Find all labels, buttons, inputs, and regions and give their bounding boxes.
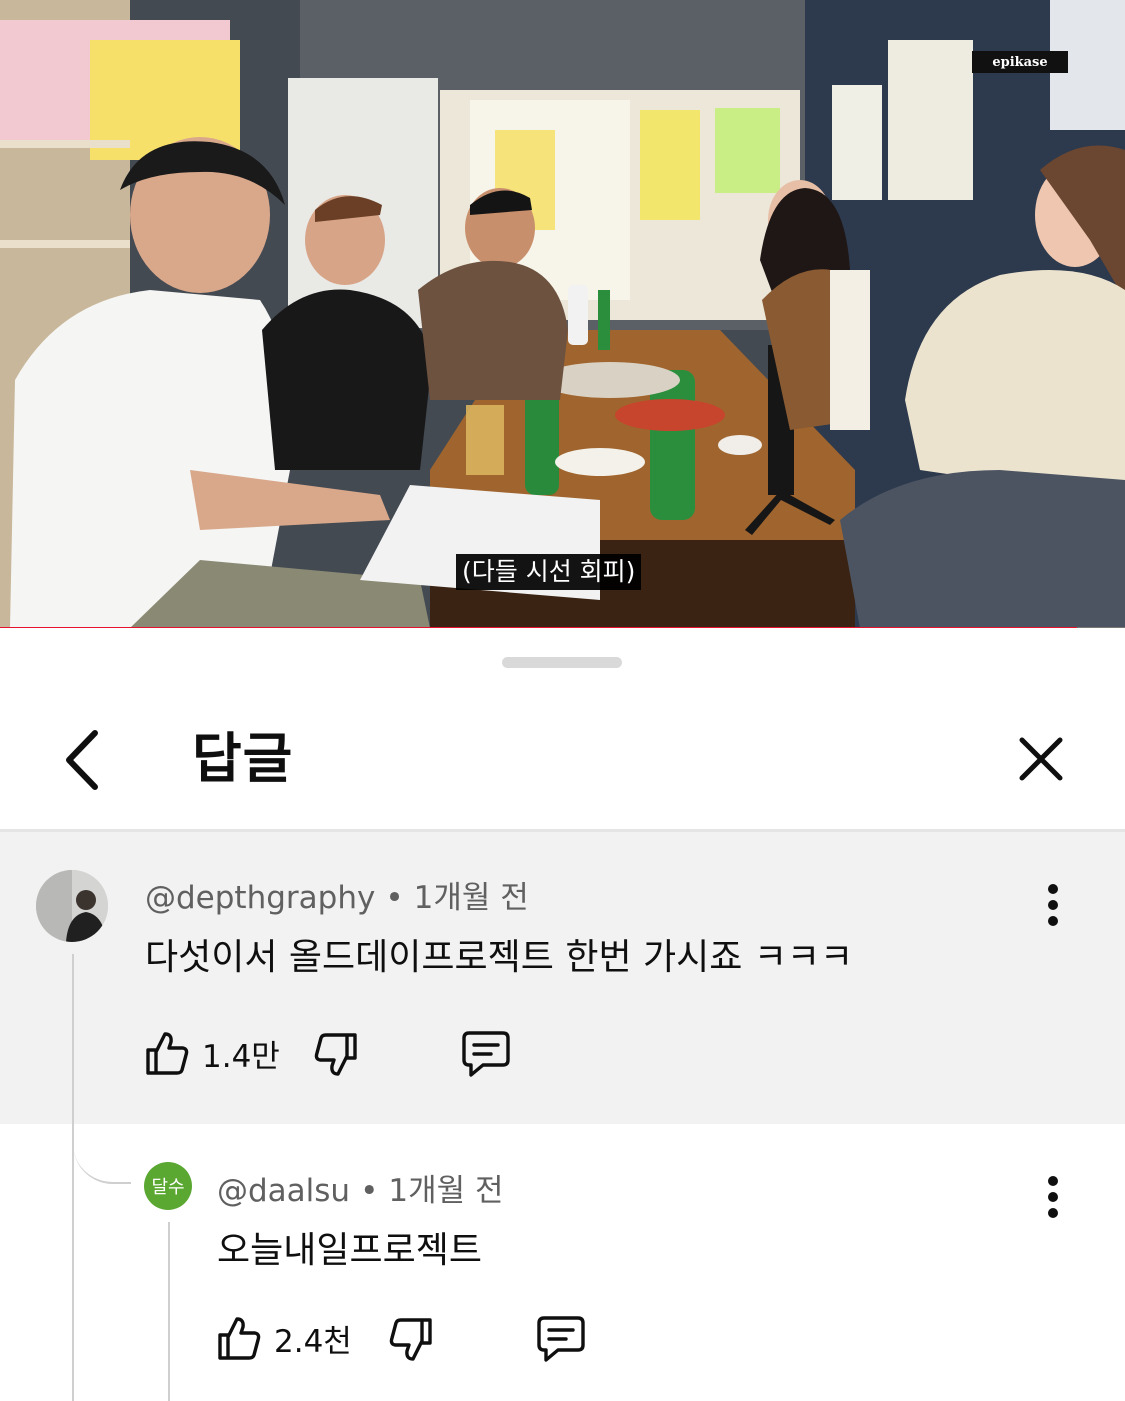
close-button[interactable] [1010,728,1072,790]
comment-icon [537,1316,585,1362]
user-photo-icon [36,870,108,942]
reply-thread-line [168,1222,170,1401]
video-frame [0,0,1125,628]
reply-meta: @daalsu • 1개월 전 [217,1165,504,1210]
reply-dislike-button[interactable] [388,1317,434,1363]
comment-icon [462,1031,510,1077]
close-icon [1019,737,1063,781]
reply-button[interactable] [461,1030,511,1078]
meta-separator: • [385,880,404,916]
comment-meta: @depthgraphy • 1개월 전 [145,872,529,917]
video-subtitle: (다들 시선 회피) [456,554,642,590]
channel-watermark: epikase [972,51,1068,73]
reply-more-options-button[interactable] [1033,1167,1073,1227]
comment-author[interactable]: @depthgraphy [145,880,375,916]
reply-author[interactable]: @daalsu [217,1173,350,1209]
drag-handle[interactable] [502,657,622,668]
chevron-left-icon [66,730,98,790]
comment-text: 다섯이서 올드데이프로젝트 한번 가시죠 ㅋㅋㅋ [145,937,854,978]
more-vertical-icon [1048,884,1058,926]
reply-avatar[interactable]: 달수 [144,1162,192,1210]
reply-reply-button[interactable] [536,1315,586,1363]
thumbs-down-icon [314,1033,357,1076]
dislike-button[interactable] [313,1032,359,1078]
video-progress-bar[interactable] [0,627,1125,628]
thread-line [72,954,74,1401]
thread-connector [73,1112,131,1184]
sheet-title: 답글 [192,727,294,790]
video-progress-fill [0,627,1077,628]
thumbs-down-icon [389,1318,432,1361]
video-player[interactable]: epikase (다들 시선 회피) [0,0,1125,628]
reply-time: 1개월 전 [388,1173,504,1209]
thumbs-up-icon [218,1317,261,1360]
meta-separator: • [360,1173,379,1209]
like-button[interactable]: 1.4만 [144,1030,280,1076]
replies-sheet: 답글 @depthgraphy • 1개월 전 다섯이서 올드데이프로젝트 한번 가… [0,632,1125,1401]
reply-text: 오늘내일프로젝트 [217,1230,482,1271]
reply-like-button[interactable]: 2.4천 [216,1315,352,1361]
reply-like-count: 2.4천 [274,1323,352,1360]
like-count: 1.4만 [202,1038,280,1075]
comment-time: 1개월 전 [413,880,529,916]
thumbs-up-icon [146,1032,189,1075]
back-button[interactable] [52,724,112,796]
more-vertical-icon [1048,1176,1058,1218]
more-options-button[interactable] [1033,875,1073,935]
avatar[interactable] [36,870,108,942]
